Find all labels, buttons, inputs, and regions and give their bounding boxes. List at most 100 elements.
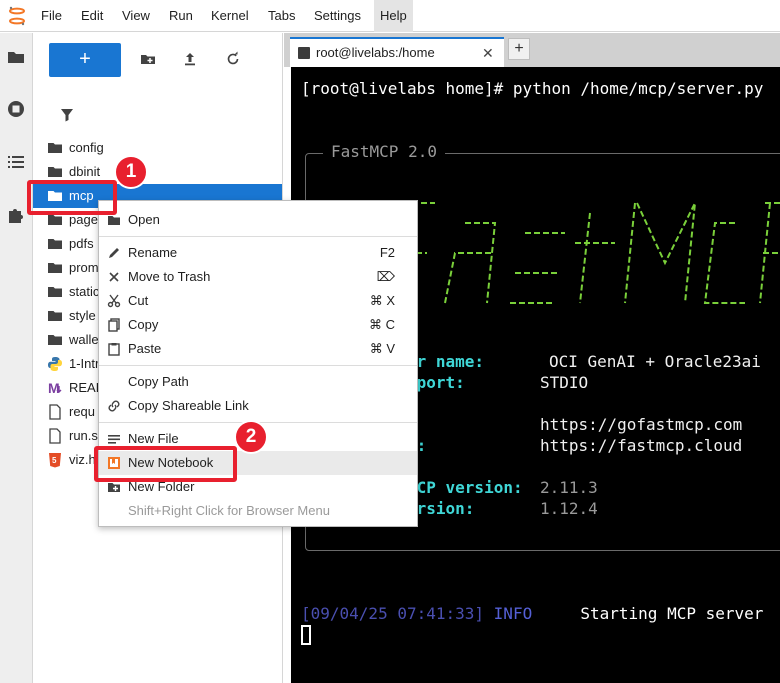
menu-item-browser-menu-hint: Shift+Right Click for Browser Menu bbox=[99, 499, 417, 523]
menu-item-shortcut: ⌘ C bbox=[369, 317, 395, 332]
log-level: INFO bbox=[493, 604, 533, 623]
menu-edit[interactable]: Edit bbox=[75, 0, 109, 32]
menu-file[interactable]: File bbox=[35, 0, 68, 32]
menu-item-label: Paste bbox=[128, 341, 162, 356]
folder-icon bbox=[48, 263, 62, 273]
jupyter-logo-icon bbox=[9, 6, 25, 26]
menu-item-copy[interactable]: Copy ⌘ C bbox=[99, 313, 417, 337]
close-icon[interactable]: ✕ bbox=[482, 39, 494, 67]
menu-item-label: Move to Trash bbox=[128, 269, 211, 284]
menu-separator bbox=[99, 236, 417, 237]
refresh-icon[interactable] bbox=[225, 51, 241, 67]
transport-value: STDIO bbox=[540, 373, 589, 392]
html-file-icon: 5 bbox=[49, 453, 61, 468]
file-name: 1-Intr bbox=[69, 356, 100, 371]
copy-icon bbox=[108, 318, 120, 332]
menu-item-copy-path[interactable]: Copy Path bbox=[99, 370, 417, 394]
terminal-icon bbox=[298, 47, 310, 59]
menu-item-shortcut: F2 bbox=[379, 245, 395, 260]
menu-item-open[interactable]: Open bbox=[99, 208, 417, 232]
menu-item-cut[interactable]: Cut ⌘ X bbox=[99, 289, 417, 313]
menu-item-label: Copy bbox=[128, 317, 159, 332]
server-name-label: er name: bbox=[407, 352, 485, 371]
menu-item-label: Copy Path bbox=[128, 374, 189, 389]
menu-settings[interactable]: Settings bbox=[308, 0, 367, 32]
folder-icon bbox=[48, 287, 62, 297]
toc-icon[interactable] bbox=[6, 152, 26, 172]
link-icon bbox=[108, 400, 120, 412]
menu-item-paste[interactable]: Paste ⌘ V bbox=[99, 337, 417, 361]
menu-item-label: Open bbox=[128, 212, 160, 227]
menu-item-copy-shareable-link[interactable]: Copy Shareable Link bbox=[99, 394, 417, 418]
folder-icon bbox=[48, 239, 62, 249]
paste-icon bbox=[108, 343, 120, 356]
file-name: prom bbox=[69, 260, 99, 275]
folder-icon bbox=[108, 216, 120, 225]
fastmcp-version-value: 2.11.3 bbox=[540, 478, 598, 497]
file-name: requ bbox=[69, 404, 96, 419]
deploy-url-value: https://fastmcp.cloud bbox=[540, 436, 743, 455]
terminal-prompt-line: [root@livelabs home]# python /home/mcp/s… bbox=[301, 79, 764, 98]
server-name-value: OCI GenAI + Oracle23ai bbox=[549, 352, 761, 371]
log-message: Starting MCP server bbox=[580, 604, 764, 623]
menu-tabs[interactable]: Tabs bbox=[262, 0, 301, 32]
tab-terminal[interactable]: root@livelabs:/home ✕ bbox=[290, 37, 504, 67]
new-folder-icon bbox=[108, 483, 120, 492]
fastmcp-banner-title: FastMCP 2.0 bbox=[323, 141, 445, 163]
menu-item-label: Copy Shareable Link bbox=[128, 398, 249, 413]
menu-kernel[interactable]: Kernel bbox=[205, 0, 255, 32]
menu-item-label: Shift+Right Click for Browser Menu bbox=[128, 503, 330, 518]
menu-item-shortcut: ⌘ X bbox=[369, 293, 395, 308]
file-item-config[interactable]: config bbox=[33, 136, 282, 160]
menu-item-shortcut: ⌦ bbox=[376, 269, 395, 284]
new-file-icon bbox=[108, 435, 120, 444]
new-launcher-button[interactable]: + bbox=[49, 43, 121, 77]
folder-icon[interactable] bbox=[6, 47, 26, 67]
folder-icon bbox=[48, 335, 62, 345]
annotation-badge-2: 2 bbox=[234, 420, 268, 454]
annotation-highlight-new-notebook bbox=[94, 446, 237, 482]
activity-bar bbox=[0, 33, 33, 683]
text-file-icon bbox=[49, 428, 61, 444]
running-icon[interactable] bbox=[6, 99, 26, 119]
fastmcp-ascii-logo bbox=[375, 193, 780, 313]
file-name: config bbox=[69, 140, 104, 155]
menu-item-rename[interactable]: Rename F2 bbox=[99, 241, 417, 265]
new-folder-icon[interactable] bbox=[140, 51, 156, 67]
main-tab-bar: root@livelabs:/home ✕ + bbox=[284, 33, 780, 67]
markdown-icon: M bbox=[48, 380, 62, 396]
folder-icon bbox=[48, 143, 62, 153]
folder-icon bbox=[48, 311, 62, 321]
fastmcp-version-label: MCP version: bbox=[407, 478, 523, 497]
file-name: walle bbox=[69, 332, 99, 347]
mcp-version-value: 1.12.4 bbox=[540, 499, 598, 518]
file-name: run.s bbox=[69, 428, 98, 443]
filter-icon[interactable] bbox=[60, 108, 74, 122]
text-file-icon bbox=[49, 404, 61, 420]
terminal-cursor bbox=[301, 625, 311, 645]
file-name: static bbox=[69, 284, 100, 299]
log-timestamp: [09/04/25 07:41:33] bbox=[301, 604, 485, 623]
file-name: pdfs bbox=[69, 236, 94, 251]
file-name: style bbox=[69, 308, 96, 323]
annotation-badge-1: 1 bbox=[114, 155, 148, 189]
menu-view[interactable]: View bbox=[116, 0, 156, 32]
menu-item-shortcut: ⌘ V bbox=[369, 341, 395, 356]
menu-run[interactable]: Run bbox=[163, 0, 199, 32]
menu-item-label: Rename bbox=[128, 245, 178, 260]
svg-text:M: M bbox=[48, 380, 60, 396]
svg-text:5: 5 bbox=[52, 456, 57, 465]
upload-icon[interactable] bbox=[182, 51, 198, 67]
menu-help[interactable]: Help bbox=[374, 0, 413, 32]
folder-icon bbox=[48, 167, 62, 177]
pencil-icon bbox=[109, 248, 119, 258]
extension-icon[interactable] bbox=[6, 205, 26, 225]
menu-item-move-to-trash[interactable]: Move to Trash ⌦ bbox=[99, 265, 417, 289]
scissors-icon bbox=[107, 294, 121, 308]
menu-bar: File Edit View Run Kernel Tabs Settings … bbox=[0, 0, 780, 32]
log-line: [09/04/25 07:41:33] INFO Starting MCP se… bbox=[301, 604, 763, 624]
add-tab-button[interactable]: + bbox=[508, 38, 530, 60]
annotation-highlight-mcp bbox=[27, 180, 117, 215]
file-name: viz.h bbox=[69, 452, 96, 467]
close-icon bbox=[109, 272, 119, 282]
